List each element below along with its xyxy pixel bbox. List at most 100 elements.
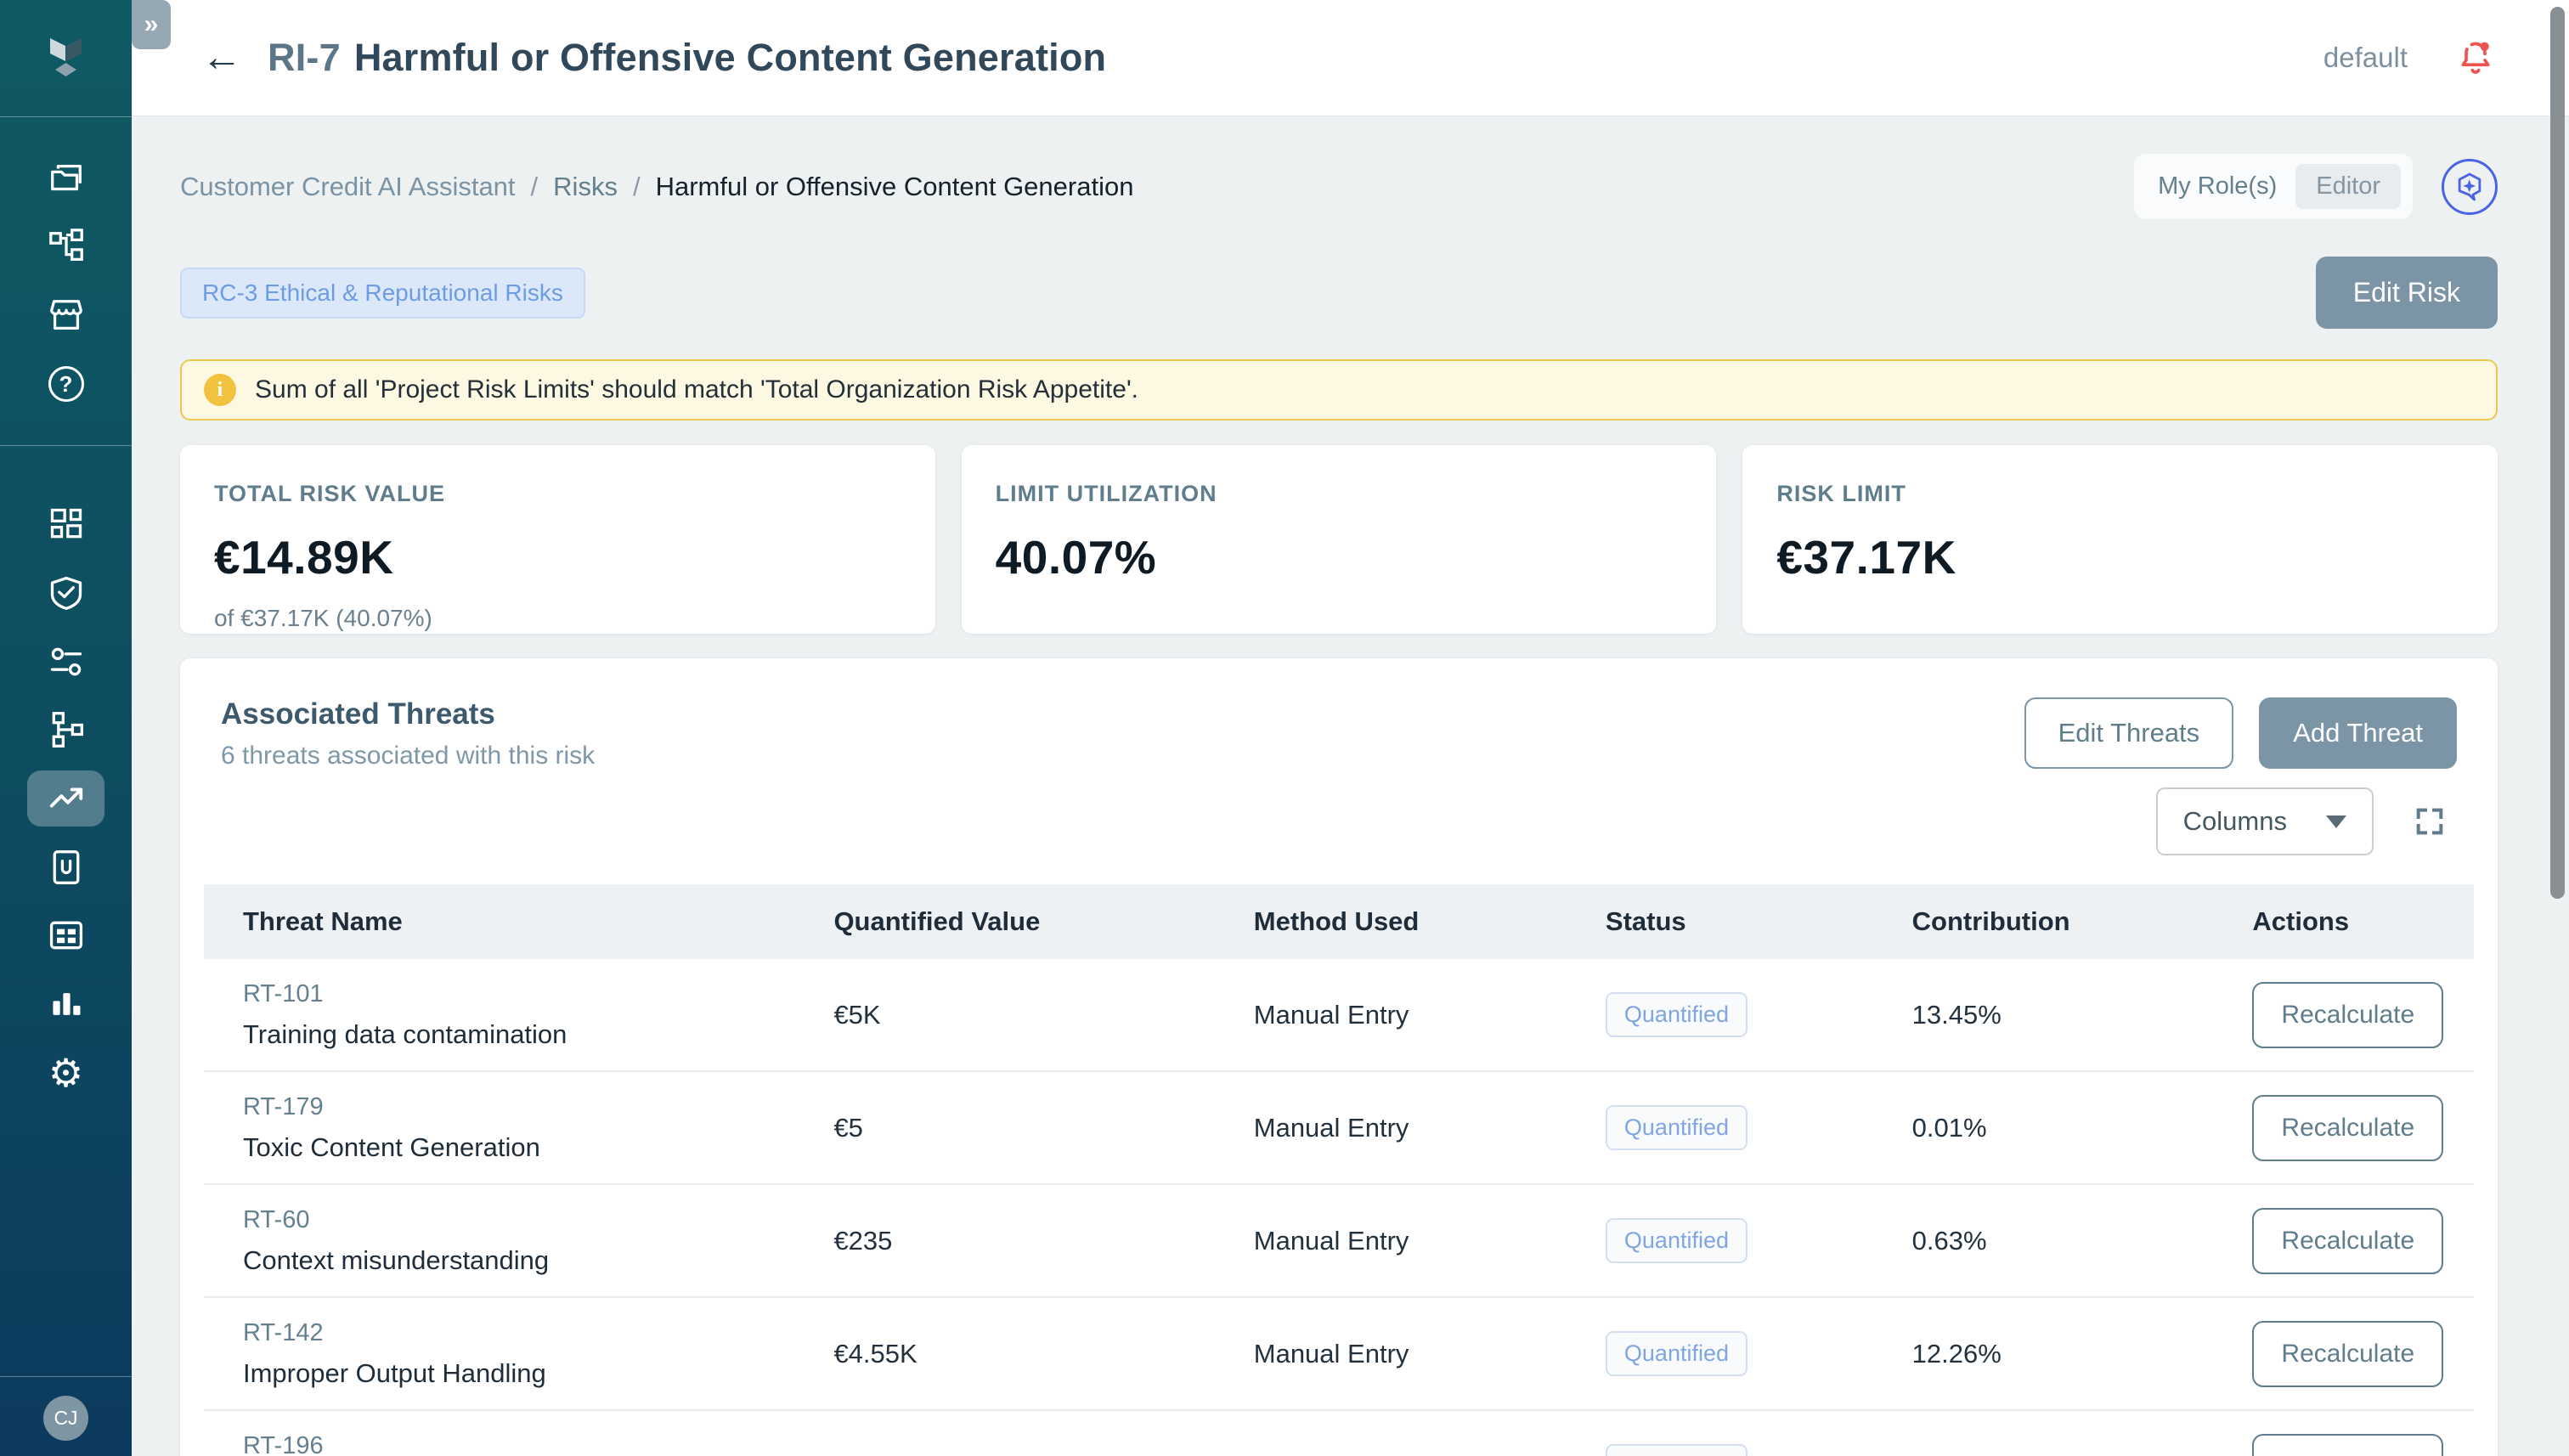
method-used: Manual Entry [1237, 1000, 1589, 1030]
sidebar-item-compliance[interactable] [0, 566, 132, 620]
sidebar-item-dashboard[interactable] [0, 497, 132, 551]
breadcrumb-separator: / [531, 172, 539, 202]
main-content: Customer Credit AI Assistant / Risks / H… [132, 116, 2569, 1456]
recalculate-button[interactable]: Recalculate [2252, 1321, 2443, 1387]
workspace-name[interactable]: default [2323, 42, 2408, 74]
add-threat-button[interactable]: Add Threat [2259, 697, 2457, 769]
my-roles-pill: My Role(s) Editor [2134, 154, 2413, 219]
risk-title: Harmful or Offensive Content Generation [354, 36, 1106, 79]
status-badge: Quantified [1606, 1218, 1747, 1263]
contribution-value: 0.01% [1895, 1113, 2236, 1143]
vertical-scrollbar[interactable] [2550, 7, 2565, 899]
threat-name: Improper Output Handling [243, 1358, 816, 1389]
sidebar-divider [0, 445, 132, 446]
table-row: RT-196 Safety filter bypass €5K Manual E… [204, 1411, 2474, 1456]
marketplace-icon [47, 296, 86, 335]
notifications-bell-button[interactable] [2457, 39, 2494, 76]
quantified-value: €235 [816, 1226, 1236, 1256]
sidebar-item-help[interactable]: ? [0, 357, 132, 411]
threats-table: Threat Name Quantified Value Method Used… [204, 884, 2474, 1456]
contribution-value: 13.45% [1895, 1452, 2236, 1456]
stat-label: TOTAL RISK VALUE [214, 481, 901, 507]
table-row: RT-101 Training data contamination €5K M… [204, 959, 2474, 1072]
sidebar-item-marketplace[interactable] [0, 288, 132, 342]
top-header: ← RI-7Harmful or Offensive Content Gener… [132, 0, 2569, 116]
breadcrumb-risks-link[interactable]: Risks [553, 172, 618, 202]
threat-name: Context misunderstanding [243, 1245, 816, 1276]
threat-name: Toxic Content Generation [243, 1132, 816, 1163]
warning-banner-text: Sum of all 'Project Risk Limits' should … [255, 375, 1138, 404]
sidebar-item-controls[interactable] [0, 635, 132, 689]
stat-card-risk-limit: RISK LIMIT €37.17K [1742, 445, 2498, 634]
column-header-contribution: Contribution [1895, 906, 2236, 937]
projects-icon [47, 159, 86, 198]
sidebar-item-data-table[interactable] [0, 908, 132, 962]
recalculate-button[interactable]: Recalculate [2252, 1434, 2443, 1456]
threat-id-link[interactable]: RT-142 [243, 1319, 816, 1347]
status-badge: Quantified [1606, 1105, 1747, 1150]
sidebar-item-reports[interactable] [0, 977, 132, 1031]
breadcrumb-current: Harmful or Offensive Content Generation [656, 172, 1134, 202]
threats-table-body: RT-101 Training data contamination €5K M… [204, 959, 2474, 1456]
table-row: RT-60 Context misunderstanding €235 Manu… [204, 1185, 2474, 1298]
reports-chart-icon [48, 985, 85, 1023]
edit-risk-button[interactable]: Edit Risk [2316, 257, 2498, 329]
method-used: Manual Entry [1237, 1452, 1589, 1456]
quantified-value: €5K [816, 1000, 1236, 1030]
threat-id-link[interactable]: RT-60 [243, 1206, 816, 1234]
threat-id-link[interactable]: RT-101 [243, 980, 816, 1008]
contribution-value: 13.45% [1895, 1000, 2236, 1030]
stat-value: €14.89K [214, 530, 901, 584]
threat-id-link[interactable]: RT-196 [243, 1432, 816, 1456]
stat-value: 40.07% [996, 530, 1683, 584]
table-row: RT-179 Toxic Content Generation €5 Manua… [204, 1072, 2474, 1185]
quantified-value: €5 [816, 1113, 1236, 1143]
chevrons-right-icon: » [144, 10, 159, 39]
status-badge: Quantified [1606, 992, 1747, 1037]
fullscreen-button[interactable] [2413, 804, 2447, 838]
sidebar-item-projects[interactable] [0, 151, 132, 206]
stat-value: €37.17K [1776, 530, 2464, 584]
recalculate-button[interactable]: Recalculate [2252, 982, 2443, 1048]
back-arrow-button[interactable]: ← [201, 37, 242, 78]
sidebar-item-hierarchy[interactable] [0, 220, 132, 274]
risk-category-chip[interactable]: RC-3 Ethical & Reputational Risks [180, 268, 585, 319]
contribution-value: 12.26% [1895, 1339, 2236, 1369]
risk-trend-icon [47, 779, 86, 818]
breadcrumb-separator: / [633, 172, 641, 202]
settings-gear-icon: ⚙ [48, 1053, 83, 1092]
sidebar-item-taxonomy[interactable] [0, 703, 132, 757]
data-table-icon [48, 917, 85, 954]
columns-dropdown[interactable]: Columns [2156, 787, 2374, 855]
user-avatar[interactable]: CJ [43, 1396, 88, 1441]
sidebar-item-risks[interactable] [0, 771, 132, 826]
stat-card-total-risk-value: TOTAL RISK VALUE €14.89K of €37.17K (40.… [180, 445, 935, 634]
my-roles-label: My Role(s) [2158, 172, 2277, 200]
app-logo-icon [43, 32, 88, 84]
sidebar-expand-button[interactable]: » [132, 0, 171, 49]
bell-icon [2457, 39, 2494, 76]
compliance-shield-icon [48, 574, 85, 612]
sidebar-item-documents[interactable] [0, 840, 132, 894]
info-icon: i [204, 374, 236, 406]
stat-subtext: of €37.17K (40.07%) [214, 605, 901, 632]
recalculate-button[interactable]: Recalculate [2252, 1208, 2443, 1274]
recalculate-button[interactable]: Recalculate [2252, 1095, 2443, 1161]
quantified-value: €4.55K [816, 1339, 1236, 1369]
sidebar-divider [0, 116, 132, 117]
threat-id-link[interactable]: RT-179 [243, 1093, 816, 1121]
threat-name: Training data contamination [243, 1019, 816, 1050]
associated-threats-card: Associated Threats 6 threats associated … [180, 658, 2498, 1456]
quantified-value: €5K [816, 1452, 1236, 1456]
edit-threats-button[interactable]: Edit Threats [2024, 697, 2234, 769]
status-badge: Quantified [1606, 1444, 1747, 1456]
document-attachment-icon [48, 849, 85, 886]
breadcrumb-project-link[interactable]: Customer Credit AI Assistant [180, 172, 516, 202]
sidebar-item-settings[interactable]: ⚙ [0, 1046, 132, 1100]
ai-assistant-button[interactable] [2442, 159, 2498, 215]
column-header-status: Status [1589, 906, 1895, 937]
warning-banner: i Sum of all 'Project Risk Limits' shoul… [180, 359, 2498, 420]
column-header-method-used: Method Used [1237, 906, 1589, 937]
threats-table-header: Threat Name Quantified Value Method Used… [204, 884, 2474, 959]
columns-dropdown-label: Columns [2183, 806, 2287, 837]
